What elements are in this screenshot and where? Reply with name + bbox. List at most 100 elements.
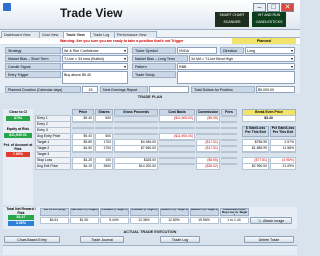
shares-cell[interactable] [95,127,113,129]
gross-cell [114,133,158,135]
pct-risk-label: Pct. of Account at Risk [3,143,33,151]
reward-col-header: $ Reward (2 Target 2) [130,208,159,216]
close-button[interactable]: ✕ [281,3,294,12]
delete-trade-button[interactable]: Delete Trade [244,236,294,243]
gross-cell [114,151,158,153]
shares-cell[interactable]: 3500 [95,163,113,170]
net-reward-value: $4.47 [8,215,34,220]
fees-cell [221,133,237,135]
fees-cell [221,151,237,153]
trade-plan-heading: TRADE PLAN [137,95,163,99]
reward-col-value: $1.50 [70,217,99,224]
price-cell[interactable]: $4.19 [72,163,94,170]
total-dollars-input[interactable]: $5,000.00 [256,86,295,93]
trade-setup-input[interactable] [177,71,295,84]
commission-cell [196,121,220,123]
cost-cell [159,157,195,159]
cost-cell [159,151,195,153]
signal-label: Candle Signal [5,63,61,70]
reward-col-value: 12.38% [130,217,159,224]
direction-select[interactable]: Long [245,47,295,54]
attach-image-label: Attach Image [263,219,285,223]
commission-cell [196,133,220,135]
reward-col-value: $4.61 [40,217,69,224]
fees-cell [221,115,237,117]
cost-cell [159,139,195,141]
reward-col-value: 1 to 1.44 [220,217,249,224]
gain-usd-cell: $2 990.00 [242,163,269,170]
trade-log-button[interactable]: Trade Log [160,236,200,243]
gain-pct-cell [270,151,296,153]
gross-cell [114,127,158,129]
row-label: Avg Exit Price [35,163,71,170]
gross-cell [114,115,158,117]
commission-cell [196,151,220,153]
pct-risk-value: 7.80% [6,152,30,157]
price-cell[interactable] [72,127,94,129]
close-label: Close to Cl [9,110,27,114]
net-reward-label: Total Net Reward / Risk [6,207,36,215]
status-badge: Planned [232,38,296,44]
reward-col-value: 19.96% [190,217,219,224]
bias-short-select[interactable]: T-Line > 34 ema (Bullish) [62,55,128,62]
candlesticks-logo: HIT AND RUN CANDLESTICKS [252,12,286,27]
minimize-button[interactable]: – [253,3,266,12]
reward-col-header: Reward % (1 Target 1) [160,208,189,216]
chart-entry-button[interactable]: Chart-Based Entry [4,236,60,243]
shares-cell[interactable] [95,121,113,123]
shares-cell[interactable] [95,151,113,153]
price-cell[interactable] [72,121,94,123]
pattern-select[interactable]: RBB [177,63,295,70]
gain-pct-cell: 21.09% [270,163,296,170]
gross-cell [114,121,158,123]
reward-col-header: Reward % (2 Target 2) [190,208,219,216]
duration-input[interactable]: 15 [82,86,98,93]
cost-cell [159,145,195,147]
close-value: $794 [6,116,30,121]
equity-label: Equity at Risk [6,127,30,131]
fees-cell [221,139,237,141]
bias-short-label: Market Bias – Short Term [5,55,61,62]
price-cell[interactable] [72,151,94,153]
maximize-button[interactable]: □ [267,3,280,12]
fees-cell [221,121,237,123]
fees-cell [221,145,237,147]
commission-cell [196,127,220,129]
fees-cell [221,127,237,129]
tab-bar: Dashboard View Goal View Trade View Trad… [0,30,300,39]
strategy-label: Strategy [5,47,61,54]
equity-value: $11,949.01 [4,133,32,138]
trade-setup-label: Trade Setup [132,71,176,78]
duration-label: Planned Duration (Calendar days) [5,86,81,93]
actual-trade-heading: ACTUAL TRADE EXECUTION [123,230,177,234]
entry-trigger-label: Entry Trigger [5,71,61,78]
ticker-input[interactable]: NVDA [177,47,217,54]
reward-col-value: 5.44% [100,217,129,224]
reward-col-header: $ Reward (1 Target 1) [100,208,129,216]
strategy-select[interactable]: Wr & Rim Confidence [62,47,128,54]
bias-long-select[interactable]: 34 MA > T-Line Bend High [189,55,295,62]
ticker-label: Ticker Symbol [132,47,176,54]
total-dollars-label: Total Dollars for Position [191,86,255,93]
window-title: Trade View [60,6,123,20]
actual-execution-area [3,245,297,255]
reward-col-header: Min $ Loss (Stop) [40,208,69,216]
pattern-label: Pattern [132,63,176,70]
scanner-logo: SMART CHART SCANNER [215,12,249,27]
attach-image-button[interactable]: 📎 Attach Image [250,217,292,224]
cost-cell [159,163,195,165]
trade-journal-button[interactable]: Trade Journal [80,236,124,243]
cost-cell [159,127,195,129]
fees-cell [221,163,237,165]
direction-label: Direction [220,47,244,54]
bias-long-label: Market Bias – Long Term [132,55,188,62]
next-earnings-label: Next Earnings Report [100,86,148,93]
col-gain-usd: $ Gain/Loss Per This Exit [242,126,269,137]
warning-text: Warning: Are you sure you are ready to t… [60,39,184,43]
app-icon [3,3,11,11]
entry-trigger-input[interactable]: Buy above $9.40 [62,71,128,84]
gain-usd-cell [242,151,269,153]
next-earnings-input[interactable] [149,86,189,93]
cost-cell [159,121,195,123]
signal-select[interactable] [62,63,128,70]
